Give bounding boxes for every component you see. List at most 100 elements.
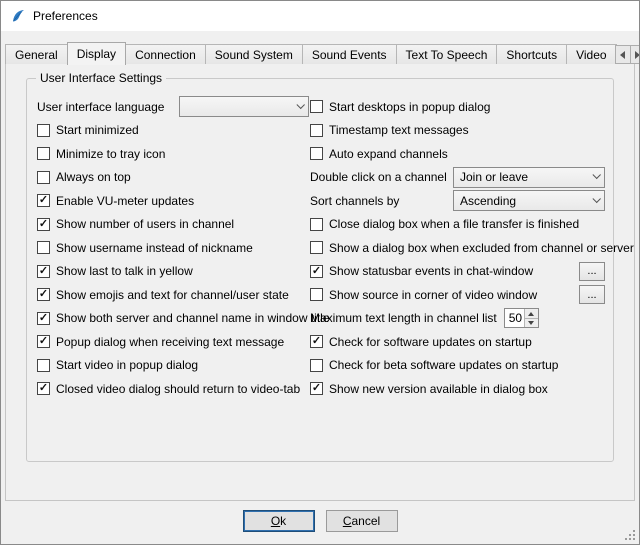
tab-scroll-left-button[interactable] — [615, 45, 631, 64]
double-click-label: Double click on a channel — [310, 170, 447, 184]
right-column: Start desktops in popup dialog Timestamp… — [310, 95, 605, 401]
checkbox[interactable] — [310, 100, 323, 113]
checkbox[interactable]: ✓ — [37, 382, 50, 395]
checkbox-row[interactable]: ✓ Show emojis and text for channel/user s… — [37, 283, 309, 307]
checkbox-row[interactable]: ✓Show last to talk in yellow — [37, 260, 309, 284]
tab-sound-system[interactable]: Sound System — [205, 44, 303, 64]
checkbox[interactable]: ✓ — [310, 382, 323, 395]
language-combobox[interactable] — [179, 96, 309, 117]
video-source-more-button[interactable]: ... — [579, 285, 605, 304]
checkbox[interactable]: ✓ — [37, 288, 50, 301]
preferences-dialog: Preferences General Display Connection S… — [0, 0, 640, 545]
triangle-up-icon — [528, 312, 534, 316]
checkbox[interactable] — [310, 288, 323, 301]
checkbox[interactable]: ✓ — [37, 312, 50, 325]
checkbox-row[interactable]: Start minimized — [37, 119, 309, 143]
tab-sound-events[interactable]: Sound Events — [302, 44, 397, 64]
checkbox-label: Always on top — [56, 170, 131, 184]
ok-button[interactable]: Ok — [243, 510, 315, 532]
checkbox-label: Close dialog box when a file transfer is… — [329, 217, 579, 231]
group-title: User Interface Settings — [36, 71, 166, 85]
statusbar-events-more-button[interactable]: ... — [579, 262, 605, 281]
checkbox-row[interactable]: Start desktops in popup dialog — [310, 95, 605, 119]
checkbox-label: Show a dialog box when excluded from cha… — [329, 241, 634, 255]
checkbox-row[interactable]: Always on top — [37, 166, 309, 190]
sort-channels-row: Sort channels by Ascending — [310, 189, 605, 213]
display-tab-page: User Interface Settings User interface l… — [5, 63, 635, 501]
tab-scroll-controls — [616, 45, 640, 64]
tab-video[interactable]: Video — [566, 44, 616, 64]
sort-channels-value: Ascending — [460, 194, 516, 208]
checkbox[interactable]: ✓ — [37, 194, 50, 207]
checkbox-row[interactable]: ✓Show both server and channel name in wi… — [37, 307, 309, 331]
checkbox[interactable] — [37, 359, 50, 372]
triangle-down-icon — [528, 321, 534, 325]
checkbox[interactable] — [37, 147, 50, 160]
sort-channels-label: Sort channels by — [310, 194, 399, 208]
checkbox[interactable] — [310, 241, 323, 254]
checkbox-row[interactable]: Minimize to tray icon — [37, 142, 309, 166]
checkbox-label: Show username instead of nickname — [56, 241, 253, 255]
checkbox-label: Show number of users in channel — [56, 217, 234, 231]
checkbox-label: Minimize to tray icon — [56, 147, 165, 161]
checkbox-row[interactable]: ✓ Show new version available in dialog bo… — [310, 377, 605, 401]
language-row: User interface language — [37, 95, 309, 119]
checkbox[interactable]: ✓ — [37, 265, 50, 278]
checkbox-row[interactable]: ✓ Show number of users in channel — [37, 213, 309, 237]
checkbox[interactable]: ✓ — [37, 218, 50, 231]
left-column: User interface language Start minimized … — [37, 95, 309, 401]
checkbox[interactable] — [37, 241, 50, 254]
checkbox-label: Show source in corner of video window — [329, 288, 537, 302]
checkbox-label: Check for software updates on startup — [329, 335, 532, 349]
checkbox[interactable] — [37, 124, 50, 137]
checkbox-row[interactable]: Start video in popup dialog — [37, 354, 309, 378]
checkbox-label: Show emojis and text for channel/user st… — [56, 288, 289, 302]
checkbox[interactable]: ✓ — [310, 335, 323, 348]
tab-scroll-right-button[interactable] — [630, 45, 640, 64]
tab-shortcuts[interactable]: Shortcuts — [496, 44, 567, 64]
checkbox-row[interactable]: ✓Popup dialog when receiving text messag… — [37, 330, 309, 354]
checkbox-label: Check for beta software updates on start… — [329, 358, 558, 372]
title-bar: Preferences — [1, 1, 639, 31]
checkbox-label: Closed video dialog should return to vid… — [56, 382, 300, 396]
checkbox[interactable] — [310, 218, 323, 231]
checkbox-row[interactable]: ✓ Check for software updates on startup — [310, 330, 605, 354]
checkbox-row[interactable]: ✓ Closed video dialog should return to vi… — [37, 377, 309, 401]
triangle-left-icon — [620, 51, 625, 59]
resize-grip[interactable] — [624, 529, 635, 540]
triangle-right-icon — [635, 51, 640, 59]
checkbox[interactable] — [310, 124, 323, 137]
checkbox[interactable]: ✓ — [37, 335, 50, 348]
checkbox[interactable] — [310, 147, 323, 160]
sort-channels-combobox[interactable]: Ascending — [453, 190, 605, 211]
checkbox-label: Show new version available in dialog box — [329, 382, 548, 396]
spin-down-button[interactable] — [525, 318, 538, 328]
tab-display[interactable]: Display — [67, 42, 126, 65]
double-click-combobox[interactable]: Join or leave — [453, 167, 605, 188]
checkbox[interactable] — [310, 359, 323, 372]
tab-bar: General Display Connection Sound System … — [5, 41, 635, 64]
tab-connection[interactable]: Connection — [125, 44, 206, 64]
checkbox-row[interactable]: Auto expand channels — [310, 142, 605, 166]
double-click-value: Join or leave — [460, 170, 528, 184]
spin-up-button[interactable] — [525, 309, 538, 318]
video-source-row[interactable]: Show source in corner of video window ..… — [310, 283, 605, 307]
checkbox[interactable]: ✓ — [310, 265, 323, 278]
ok-button-label: Ok — [271, 514, 286, 528]
tab-general[interactable]: General — [5, 44, 68, 64]
cancel-button[interactable]: Cancel — [326, 510, 398, 532]
statusbar-events-row[interactable]: ✓ Show statusbar events in chat-window .… — [310, 260, 605, 284]
dialog-footer: Ok Cancel — [1, 510, 639, 532]
checkbox-row[interactable]: Timestamp text messages — [310, 119, 605, 143]
tab-text-to-speech[interactable]: Text To Speech — [396, 44, 498, 64]
checkbox-row[interactable]: Check for beta software updates on start… — [310, 354, 605, 378]
max-text-length-spinner[interactable]: 50 — [504, 308, 539, 328]
checkbox-row[interactable]: Close dialog box when a file transfer is… — [310, 213, 605, 237]
user-interface-settings-group: User Interface Settings User interface l… — [26, 78, 614, 462]
checkbox-row[interactable]: Show username instead of nickname — [37, 236, 309, 260]
checkbox-row[interactable]: ✓Enable VU-meter updates — [37, 189, 309, 213]
checkbox[interactable] — [37, 171, 50, 184]
window-title: Preferences — [33, 9, 98, 23]
app-icon — [10, 8, 26, 24]
checkbox-row[interactable]: Show a dialog box when excluded from cha… — [310, 236, 605, 260]
